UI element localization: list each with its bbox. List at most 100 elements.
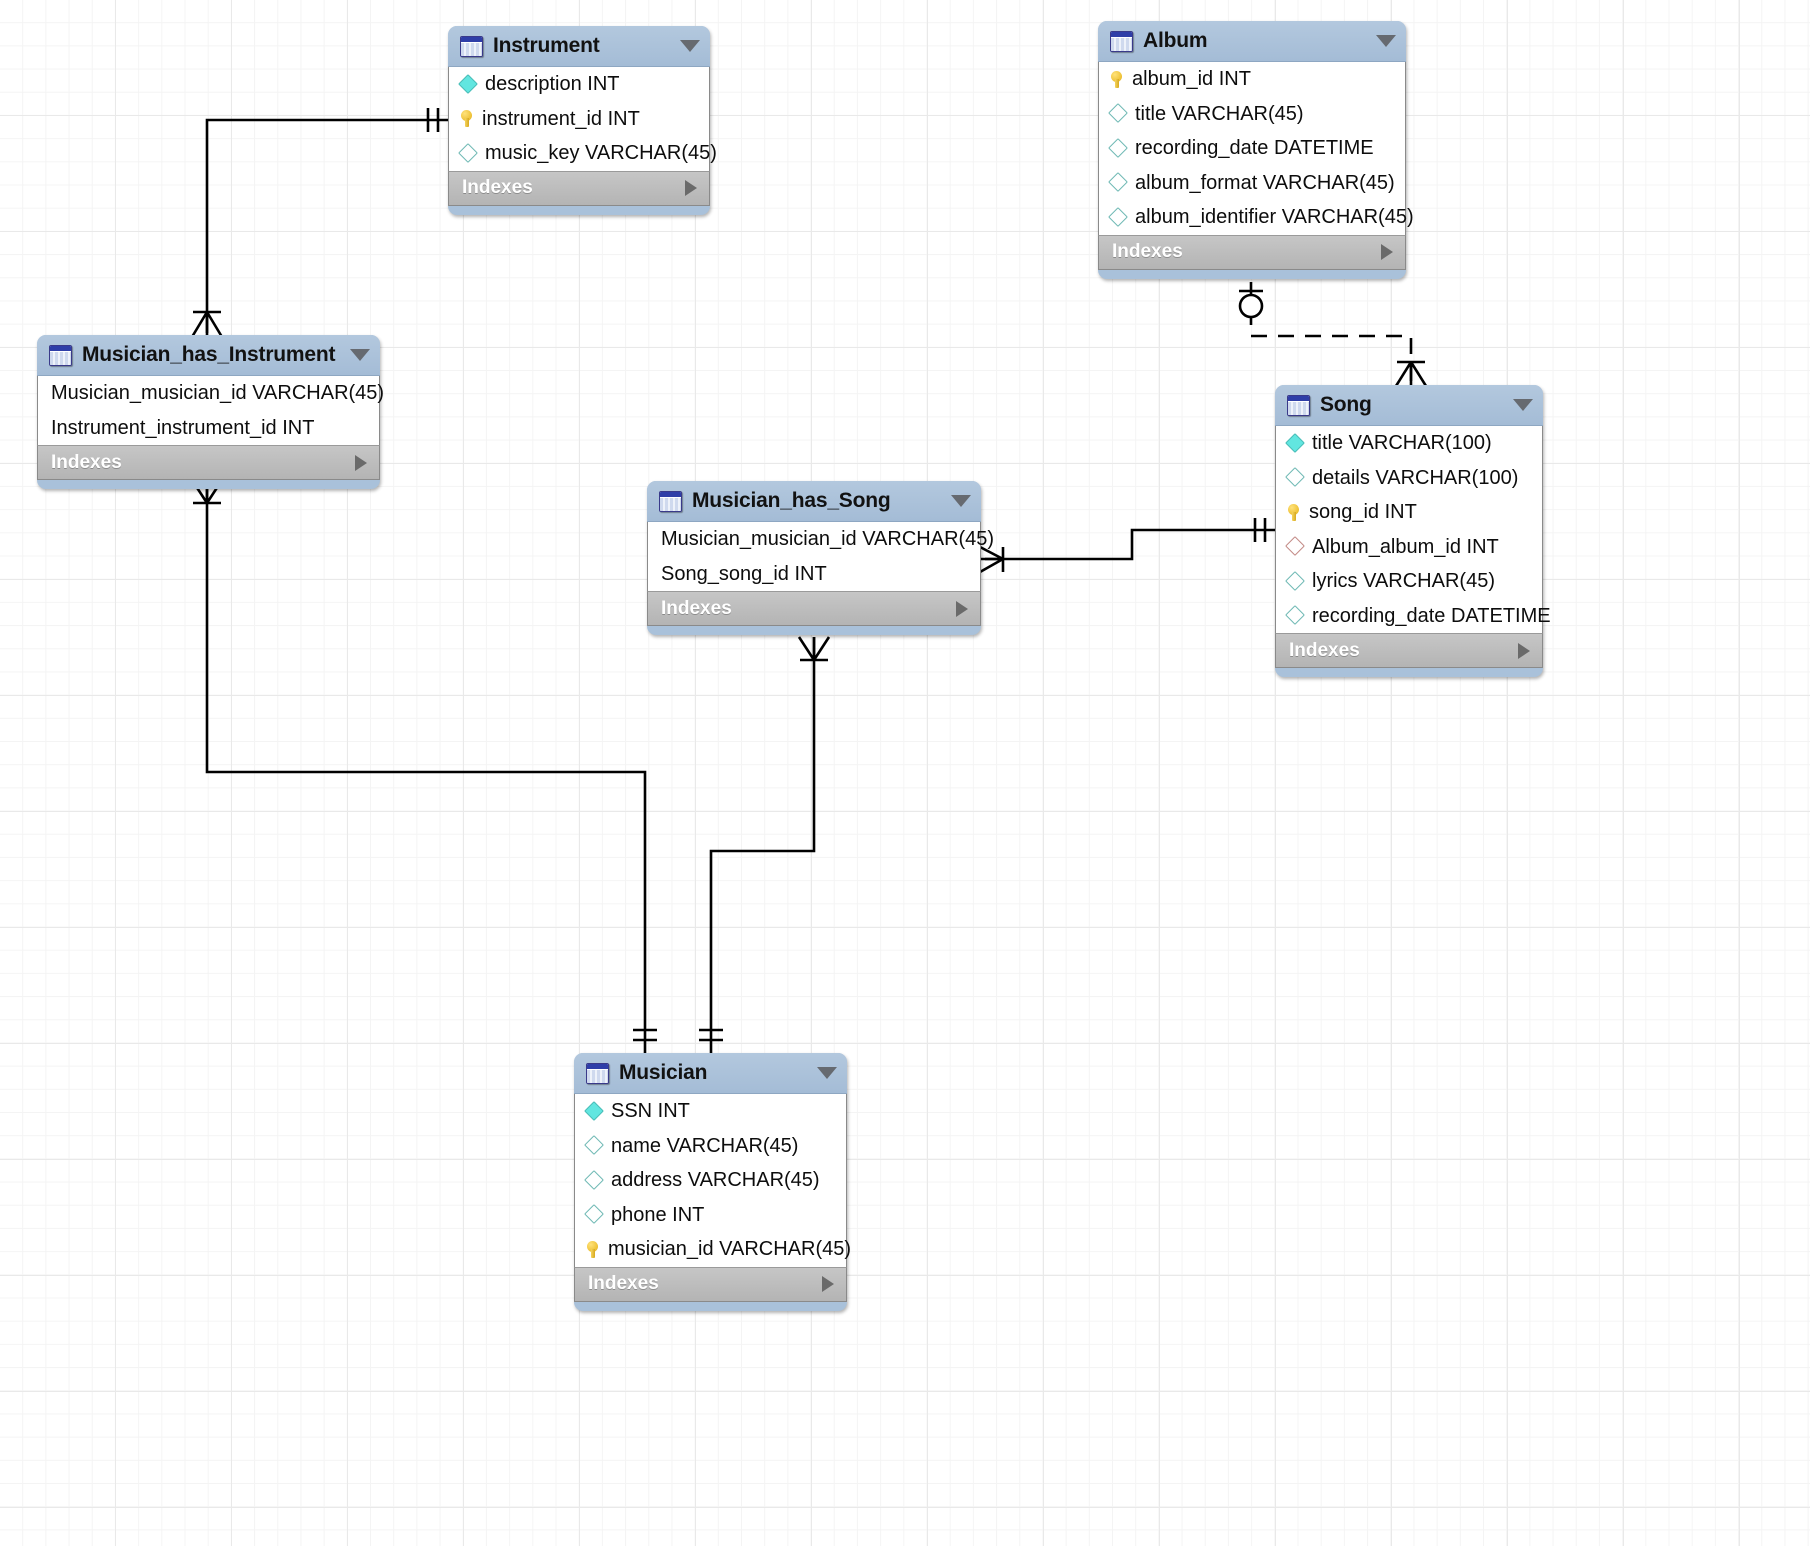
column-row[interactable]: Instrument_instrument_id INT [38,411,379,446]
relationship-connectors [190,108,1428,1053]
chevron-right-icon[interactable] [685,180,697,196]
diamond-filled-icon [1286,434,1305,453]
column-row[interactable]: address VARCHAR(45) [575,1163,846,1198]
column-row[interactable]: song_id INT [1276,495,1542,530]
chevron-right-icon[interactable] [956,600,968,617]
eer-diagram-canvas[interactable]: Instrument description INT instrument_id I… [0,0,1810,1546]
column-row[interactable]: lyrics VARCHAR(45) [1276,564,1542,599]
chevron-right-icon[interactable] [822,1276,834,1292]
column-row[interactable]: details VARCHAR(100) [1276,461,1542,496]
indexes-section-song[interactable]: Indexes [1275,633,1543,668]
column-label: recording_date DATETIME [1312,604,1551,627]
column-label: title VARCHAR(45) [1135,102,1304,125]
table-musician_has_song[interactable]: Musician_has_Song Musician_musician_id VA… [647,481,994,635]
indexes-section-musician_has_instrument[interactable]: Indexes [37,445,380,480]
indexes-label: Indexes [1112,241,1183,262]
column-row[interactable]: name VARCHAR(45) [575,1129,846,1164]
indexes-label: Indexes [588,1273,659,1294]
table-album[interactable]: Album album_id INT title VARCHAR(45) record… [1098,21,1414,279]
marker-many-song-foot [1394,361,1428,387]
chevron-down-icon[interactable] [680,40,700,52]
table-title: Album [1143,29,1208,52]
diamond-icon [459,144,478,163]
diamond-icon [1286,572,1305,591]
diamond-icon [1109,208,1128,227]
column-label: details VARCHAR(100) [1312,466,1519,489]
indexes-section-musician_has_song[interactable]: Indexes [647,591,981,626]
diamond-icon [585,1171,604,1190]
column-row[interactable]: album_identifier VARCHAR(45) [1099,200,1414,235]
column-label: Musician_musician_id VARCHAR(45) [661,528,995,551]
column-label: instrument_id INT [482,107,640,130]
diamond-icon [1109,139,1128,158]
column-row[interactable]: Musician_musician_id VARCHAR(45) [38,376,384,411]
column-row[interactable]: Musician_musician_id VARCHAR(45) [648,522,994,557]
column-label: recording_date DATETIME [1135,137,1374,160]
table-columns-musician: SSN INT name VARCHAR(45) address VARCHAR(4… [574,1094,851,1267]
table-columns-instrument: description INT instrument_id INT music_ke… [448,67,717,171]
table-columns-album: album_id INT title VARCHAR(45) recording_d… [1098,62,1414,235]
indexes-label: Indexes [462,177,533,198]
diamond-filled-icon [585,1102,604,1121]
table-header-instrument[interactable]: Instrument [448,26,710,67]
chevron-down-icon[interactable] [350,349,370,361]
connector-album-song [1249,282,1413,383]
column-row[interactable]: SSN INT [575,1094,846,1129]
column-row[interactable]: album_id INT [1099,62,1405,97]
marker-optional-album-circle [1238,293,1264,319]
chevron-down-icon[interactable] [1513,399,1533,411]
table-title: Song [1320,393,1372,416]
column-row[interactable]: description INT [449,67,709,102]
table-header-musician_has_song[interactable]: Musician_has_Song [647,481,981,522]
chevron-right-icon[interactable] [1518,642,1530,659]
column-label: phone INT [611,1203,705,1226]
column-row[interactable]: title VARCHAR(100) [1276,426,1542,461]
table-header-musician_has_instrument[interactable]: Musician_has_Instrument [37,335,380,376]
indexes-label: Indexes [661,597,732,619]
indexes-section-album[interactable]: Indexes [1098,234,1406,270]
marker-many-mhs-foot [979,545,1004,574]
connector-song-mhs [985,528,1275,561]
diamond-icon [1286,468,1305,487]
chevron-right-icon[interactable] [355,454,367,471]
indexes-label: Indexes [1289,639,1360,661]
table-icon [1110,30,1133,52]
column-row[interactable]: recording_date DATETIME [1099,131,1405,166]
table-icon [49,344,72,366]
table-musician_has_instrument[interactable]: Musician_has_Instrument Musician_musician… [37,335,384,489]
column-row[interactable]: album_format VARCHAR(45) [1099,166,1405,201]
indexes-section-musician[interactable]: Indexes [574,1266,847,1302]
column-label: lyrics VARCHAR(45) [1312,570,1495,593]
indexes-section-instrument[interactable]: Indexes [448,170,710,206]
column-row[interactable]: instrument_id INT [449,102,709,137]
column-label: title VARCHAR(100) [1312,432,1492,455]
column-row[interactable]: music_key VARCHAR(45) [449,136,717,171]
column-row[interactable]: Song_song_id INT [648,557,980,592]
table-header-song[interactable]: Song [1275,385,1543,426]
column-label: address VARCHAR(45) [611,1169,820,1192]
column-row[interactable]: musician_id VARCHAR(45) [575,1232,851,1267]
table-header-album[interactable]: Album [1098,21,1406,62]
column-row[interactable]: Album_album_id INT [1276,530,1542,565]
column-label: album_identifier VARCHAR(45) [1135,206,1414,229]
table-instrument[interactable]: Instrument description INT instrument_id I… [448,26,717,215]
column-row[interactable]: phone INT [575,1198,846,1233]
column-label: SSN INT [611,1100,690,1123]
table-columns-musician_has_instrument: Musician_musician_id VARCHAR(45) Instrume… [37,376,384,446]
column-row[interactable]: recording_date DATETIME [1276,599,1551,634]
chevron-down-icon[interactable] [817,1067,837,1079]
chevron-down-icon[interactable] [951,495,971,507]
diamond-fk-icon [1286,537,1305,556]
key-icon [459,109,475,128]
chevron-right-icon[interactable] [1381,244,1393,260]
column-label: name VARCHAR(45) [611,1134,799,1157]
chevron-down-icon[interactable] [1376,35,1396,47]
table-icon [460,35,483,57]
diamond-icon [1109,104,1128,123]
table-title: Instrument [493,34,600,57]
table-song[interactable]: Song title VARCHAR(100) details VARCHAR(10… [1275,385,1551,677]
diamond-icon [1286,606,1305,625]
table-header-musician[interactable]: Musician [574,1053,847,1094]
table-musician[interactable]: Musician SSN INT name VARCHAR(45) address V… [574,1053,851,1311]
column-row[interactable]: title VARCHAR(45) [1099,97,1405,132]
